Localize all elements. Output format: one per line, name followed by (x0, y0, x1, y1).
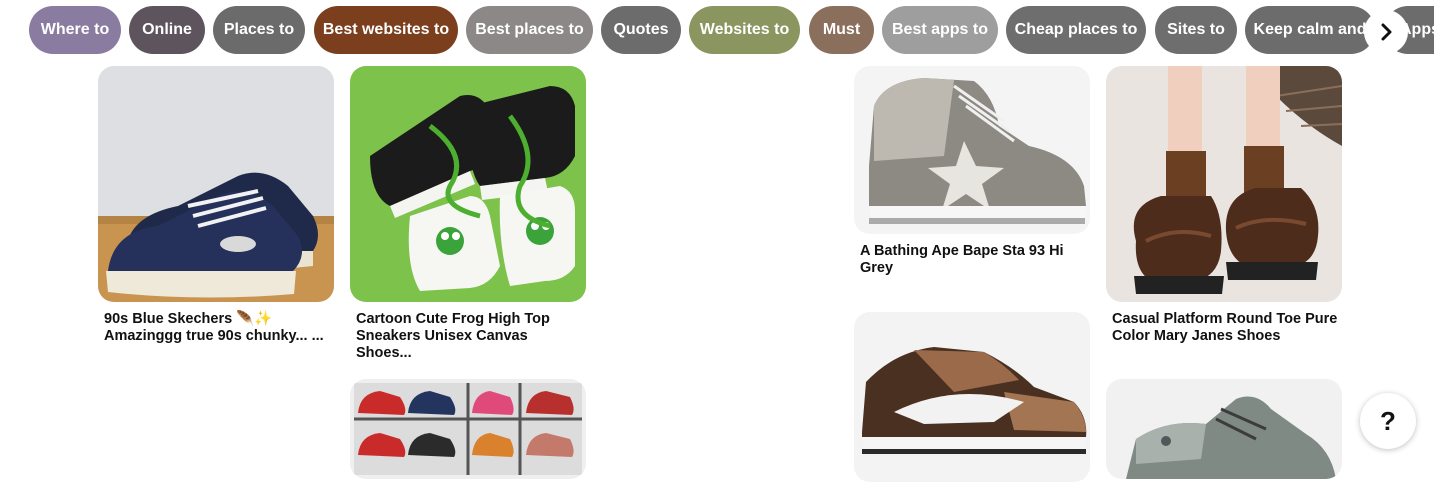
pin-card[interactable]: Cartoon Cute Frog High Top Sneakers Unis… (350, 66, 586, 361)
pin-card[interactable] (350, 379, 586, 479)
pin-image[interactable] (350, 66, 586, 302)
pin-image[interactable] (854, 66, 1090, 234)
chip-scroll-next-button[interactable] (1364, 10, 1408, 54)
pin-title: A Bathing Ape Bape Sta 93 Hi Grey (860, 243, 1064, 276)
chip-sites-to[interactable]: Sites to (1155, 6, 1237, 54)
pin-card[interactable] (854, 312, 1090, 482)
chip-keep-calm-and[interactable]: Keep calm and (1245, 6, 1375, 54)
pin-card[interactable]: Casual Platform Round Toe Pure Color Mar… (1106, 66, 1342, 356)
chip-quotes[interactable]: Quotes (601, 6, 681, 54)
pin-image[interactable] (98, 66, 334, 302)
help-button[interactable]: ? (1360, 393, 1416, 449)
chip-where-to[interactable]: Where to (29, 6, 121, 54)
pin-title: 90s Blue Skechers 🪶✨ Amazinggg true 90s … (104, 311, 324, 344)
chip-must[interactable]: Must (809, 6, 874, 54)
chip-best-apps-to[interactable]: Best apps to (882, 6, 998, 54)
category-chip-bar: Where to Online Places to Best websites … (0, 0, 1434, 60)
chip-best-websites-to[interactable]: Best websites to (314, 6, 458, 54)
pin-image[interactable] (1106, 66, 1342, 302)
pin-card[interactable]: 90s Blue Skechers 🪶✨ Amazinggg true 90s … (98, 66, 334, 356)
pin-card[interactable]: A Bathing Ape Bape Sta 93 Hi Grey (854, 66, 1090, 291)
pin-card[interactable] (1106, 379, 1342, 479)
pin-image[interactable] (1106, 379, 1342, 479)
chip-websites-to[interactable]: Websites to (689, 6, 800, 54)
chip-places-to[interactable]: Places to (213, 6, 305, 54)
pin-image[interactable] (854, 312, 1090, 482)
pin-image[interactable] (350, 379, 586, 479)
pin-title: Cartoon Cute Frog High Top Sneakers Unis… (356, 311, 550, 361)
chip-best-places-to[interactable]: Best places to (466, 6, 593, 54)
chip-online[interactable]: Online (129, 6, 205, 54)
chevron-right-icon (1381, 23, 1392, 41)
pin-title: Casual Platform Round Toe Pure Color Mar… (1112, 311, 1338, 344)
chip-cheap-places-to[interactable]: Cheap places to (1006, 6, 1146, 54)
question-mark-icon: ? (1380, 405, 1396, 436)
